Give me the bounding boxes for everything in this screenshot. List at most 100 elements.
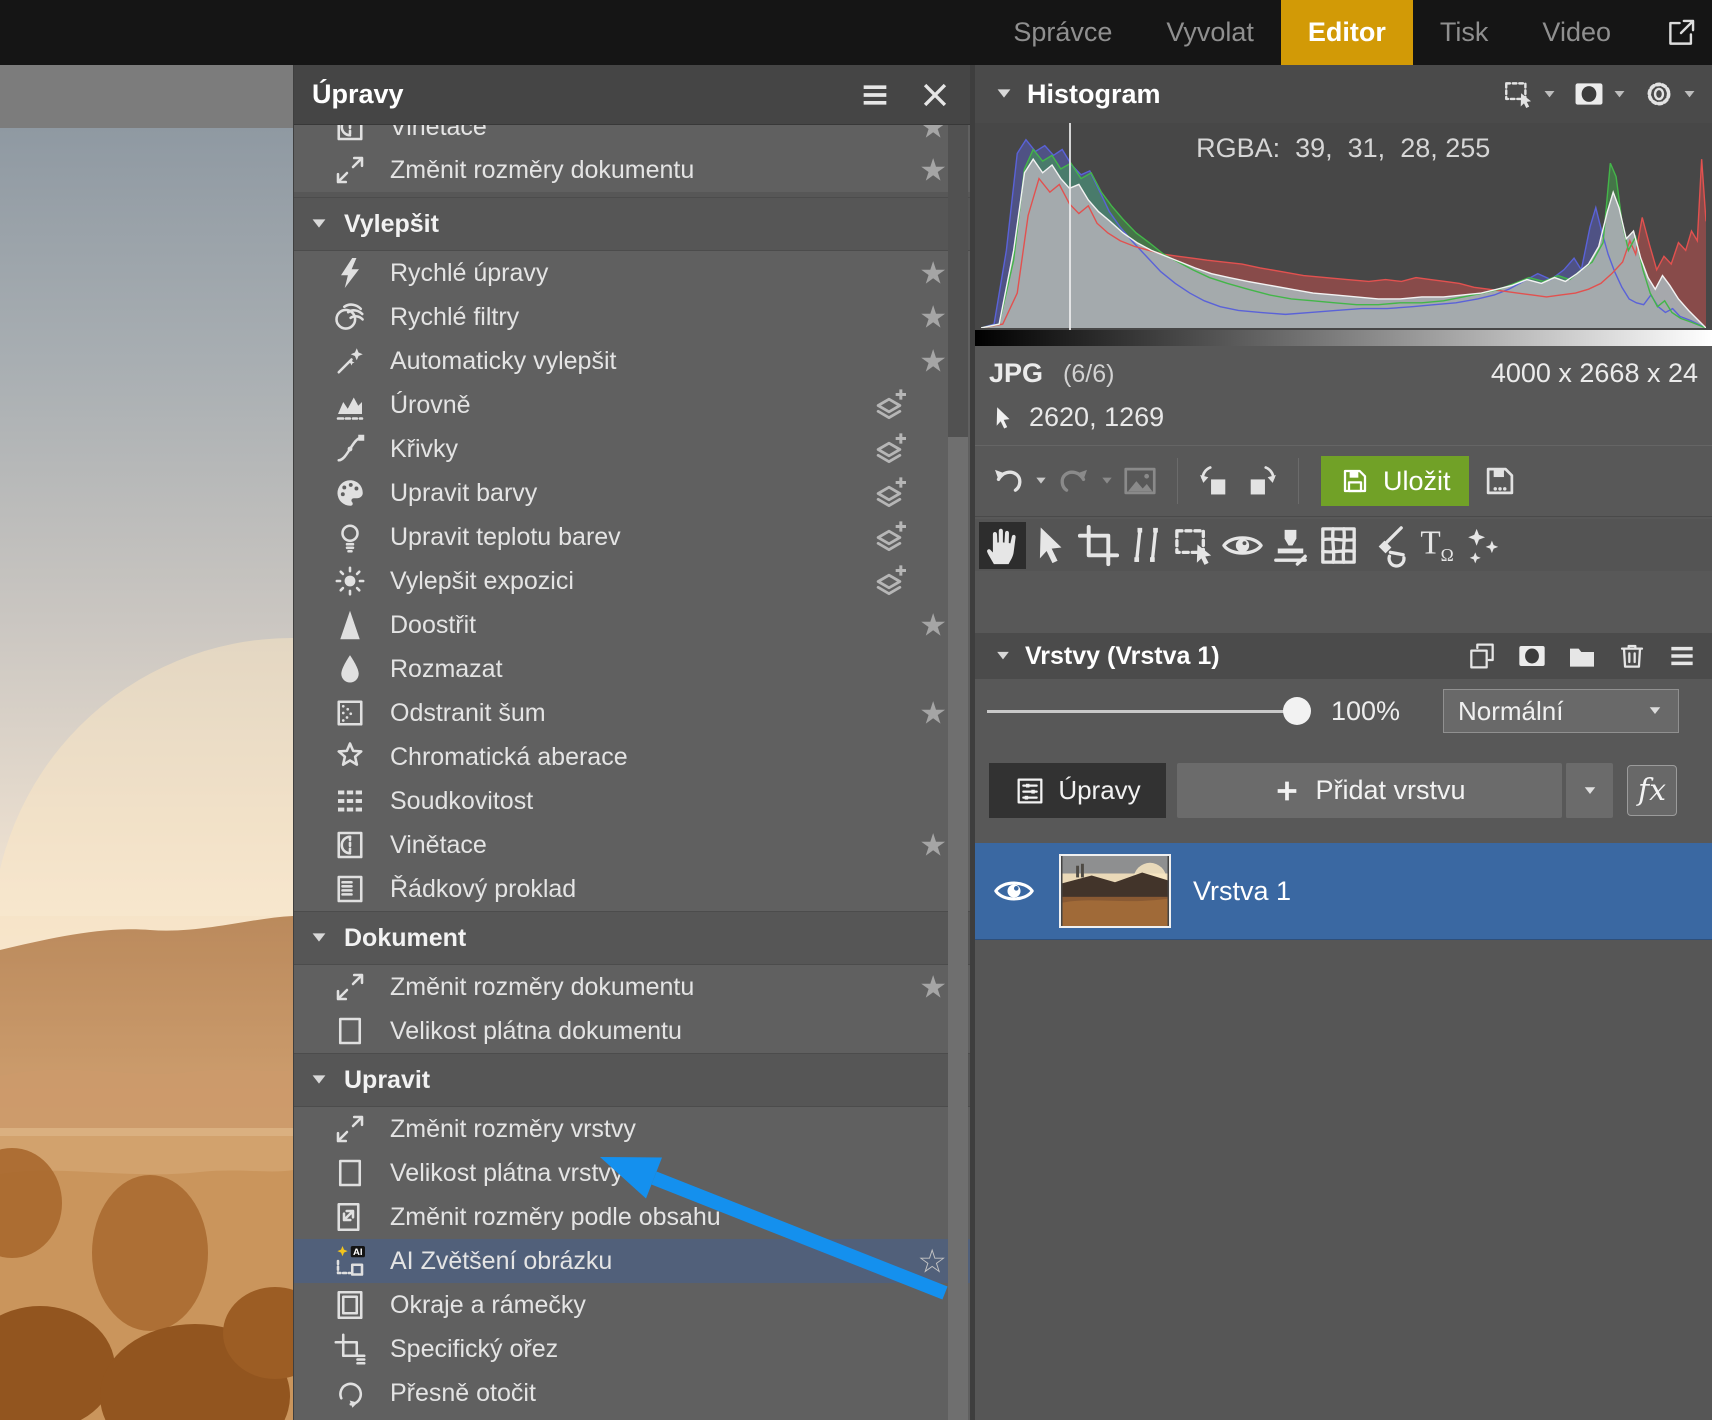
tab-tisk[interactable]: Tisk [1413, 0, 1516, 65]
fx-button[interactable]: fx [1627, 765, 1677, 816]
panel-item-chromaticka-aberace[interactable]: Chromatická aberace [294, 735, 970, 779]
rotate-left-button[interactable] [1196, 462, 1234, 500]
panel-item-okraje-a-ramecky[interactable]: Okraje a rámečky [294, 1283, 970, 1327]
favorite-star-icon[interactable]: ★ [919, 125, 947, 143]
section-header-vylepsit[interactable]: Vylepšit [294, 197, 970, 251]
tab-editor[interactable]: Editor [1281, 0, 1413, 65]
panel-item-zmenit-rozmery-dokumentu[interactable]: Změnit rozměry dokumentu★ [294, 148, 970, 192]
favorite-star-outline-icon[interactable]: ☆ [917, 1245, 947, 1278]
panel-item-partial[interactable] [294, 1415, 970, 1420]
tool-warp[interactable] [1315, 522, 1362, 569]
tab-vyvolat[interactable]: Vyvolat [1139, 0, 1281, 65]
panel-item-presne-otocit[interactable]: Přesně otočit [294, 1371, 970, 1415]
section-header-dokument[interactable]: Dokument [294, 911, 970, 965]
layers-tool-menu[interactable] [1666, 640, 1698, 672]
cursor-coordinates: 2620, 1269 [1029, 402, 1164, 433]
opacity-slider-track[interactable] [987, 710, 1310, 713]
close-icon[interactable] [918, 78, 952, 112]
panel-item-upravit-teplotu-barev[interactable]: Upravit teplotu barev [294, 515, 970, 559]
panel-item-odstranit-sum[interactable]: Odstranit šum★ [294, 691, 970, 735]
add-adjustment-layer-icon[interactable] [869, 385, 909, 425]
redo-button[interactable] [1055, 462, 1093, 500]
panel-item-soudkovitost[interactable]: Soudkovitost [294, 779, 970, 823]
tool-clone-stamp[interactable] [1267, 522, 1314, 569]
tool-selection[interactable] [1171, 522, 1218, 569]
panel-item-vinetace[interactable]: Vinětace★ [294, 823, 970, 867]
rotate-right-button[interactable] [1242, 462, 1280, 500]
panel-item-krivky[interactable]: Křivky [294, 427, 970, 471]
favorite-star-icon[interactable]: ★ [919, 258, 947, 289]
favorite-star-icon[interactable]: ★ [919, 346, 947, 377]
panel-menu-icon[interactable] [858, 78, 892, 112]
panel-scrollbar-track[interactable] [948, 125, 968, 1420]
histogram-tool-selection-probe[interactable] [1502, 77, 1558, 111]
panel-item-ai-zvetseni-obrazku[interactable]: AIAI Zvětšení obrázku☆ [294, 1239, 970, 1283]
panel-scrollbar-thumb[interactable] [948, 437, 968, 1420]
panel-item-automaticky-vylepsit[interactable]: Automaticky vylepšit★ [294, 339, 970, 383]
tool-hand[interactable] [979, 522, 1026, 569]
panel-item-vylepsit-expozici[interactable]: Vylepšit expozici [294, 559, 970, 603]
favorite-star-icon[interactable]: ★ [919, 698, 947, 729]
favorite-star-icon[interactable]: ★ [919, 610, 947, 641]
compare-button[interactable] [1121, 462, 1159, 500]
add-adjustment-layer-icon[interactable] [869, 473, 909, 513]
panel-item-velikost-platna-vrstvy[interactable]: Velikost plátna vrstvy [294, 1151, 970, 1195]
tool-effects[interactable] [1459, 522, 1506, 569]
collapse-triangle-icon[interactable] [993, 83, 1015, 105]
undo-dropdown-icon[interactable] [1033, 473, 1049, 489]
panel-item-zmenit-rozmery-podle-obsahu[interactable]: Změnit rozměry podle obsahu [294, 1195, 970, 1239]
add-adjustment-layer-icon[interactable] [869, 517, 909, 557]
item-label: Rychlé úpravy [390, 259, 548, 288]
layers-tool-folder[interactable] [1566, 640, 1598, 672]
section-header-upravit[interactable]: Upravit [294, 1053, 970, 1107]
opacity-slider-thumb[interactable] [1283, 697, 1311, 725]
tab-spravce[interactable]: Správce [986, 0, 1139, 65]
sliders-icon [1014, 775, 1046, 807]
tab-video[interactable]: Video [1515, 0, 1638, 65]
tool-move[interactable] [1027, 522, 1074, 569]
layer-visibility-eye-icon[interactable] [991, 868, 1037, 914]
panel-item-radkovy-proklad[interactable]: Řádkový proklad [294, 867, 970, 911]
tool-straighten[interactable] [1123, 522, 1170, 569]
add-adjustment-layer-icon[interactable] [869, 561, 909, 601]
panel-item-urovne[interactable]: Úrovně [294, 383, 970, 427]
panel-item-vinetace[interactable]: Vinětace★ [294, 125, 970, 148]
layers-tool-duplicate[interactable] [1466, 640, 1498, 672]
panel-item-zmenit-rozmery-vrstvy[interactable]: Změnit rozměry vrstvy [294, 1107, 970, 1151]
add-adjustment-layer-icon[interactable] [869, 429, 909, 469]
redo-dropdown-icon[interactable] [1099, 473, 1115, 489]
panel-item-rychle-upravy[interactable]: Rychlé úpravy ★ [294, 251, 970, 295]
histogram-tool-mask-overlay[interactable] [1572, 77, 1628, 111]
favorite-star-icon[interactable]: ★ [919, 972, 947, 1003]
panel-item-zmenit-rozmery-dokumentu[interactable]: Změnit rozměry dokumentu★ [294, 965, 970, 1009]
panel-item-doostrit[interactable]: Doostřit★ [294, 603, 970, 647]
favorite-star-icon[interactable]: ★ [919, 830, 947, 861]
add-layer-dropdown[interactable] [1565, 763, 1613, 818]
panel-item-upravit-barvy[interactable]: Upravit barvy [294, 471, 970, 515]
layers-tool-mask-overlay[interactable] [1516, 640, 1548, 672]
panel-item-rychle-filtry[interactable]: Rychlé filtry★ [294, 295, 970, 339]
layer-thumbnail[interactable] [1059, 854, 1171, 928]
tool-red-eye[interactable] [1219, 522, 1266, 569]
panel-item-rozmazat[interactable]: Rozmazat [294, 647, 970, 691]
save-as-button[interactable] [1481, 462, 1519, 500]
tool-crop[interactable] [1075, 522, 1122, 569]
tool-paint[interactable] [1363, 522, 1410, 569]
undo-button[interactable] [989, 462, 1027, 500]
blend-mode-select[interactable]: Normální [1443, 689, 1679, 733]
collapse-triangle-icon[interactable] [993, 646, 1013, 666]
favorite-star-icon[interactable]: ★ [919, 302, 947, 333]
panel-item-specificky-orez[interactable]: Specifický ořez [294, 1327, 970, 1371]
histogram-tool-settings[interactable] [1642, 77, 1698, 111]
undock-button[interactable] [1664, 0, 1698, 65]
add-layer-button[interactable]: Přidat vrstvu [1177, 763, 1562, 818]
panel-item-velikost-platna-dokumentu[interactable]: Velikost plátna dokumentu [294, 1009, 970, 1053]
file-page-count: (6/6) [1063, 360, 1114, 389]
layers-tool-trash[interactable] [1616, 640, 1648, 672]
edits-button[interactable]: Úpravy [989, 763, 1166, 818]
save-button[interactable]: Uložit [1321, 456, 1469, 506]
favorite-star-icon[interactable]: ★ [919, 155, 947, 186]
triangle-down-icon [308, 1069, 330, 1091]
tool-text[interactable]: TΩ [1411, 522, 1458, 569]
layer-row[interactable]: Vrstva 1 [975, 843, 1712, 940]
